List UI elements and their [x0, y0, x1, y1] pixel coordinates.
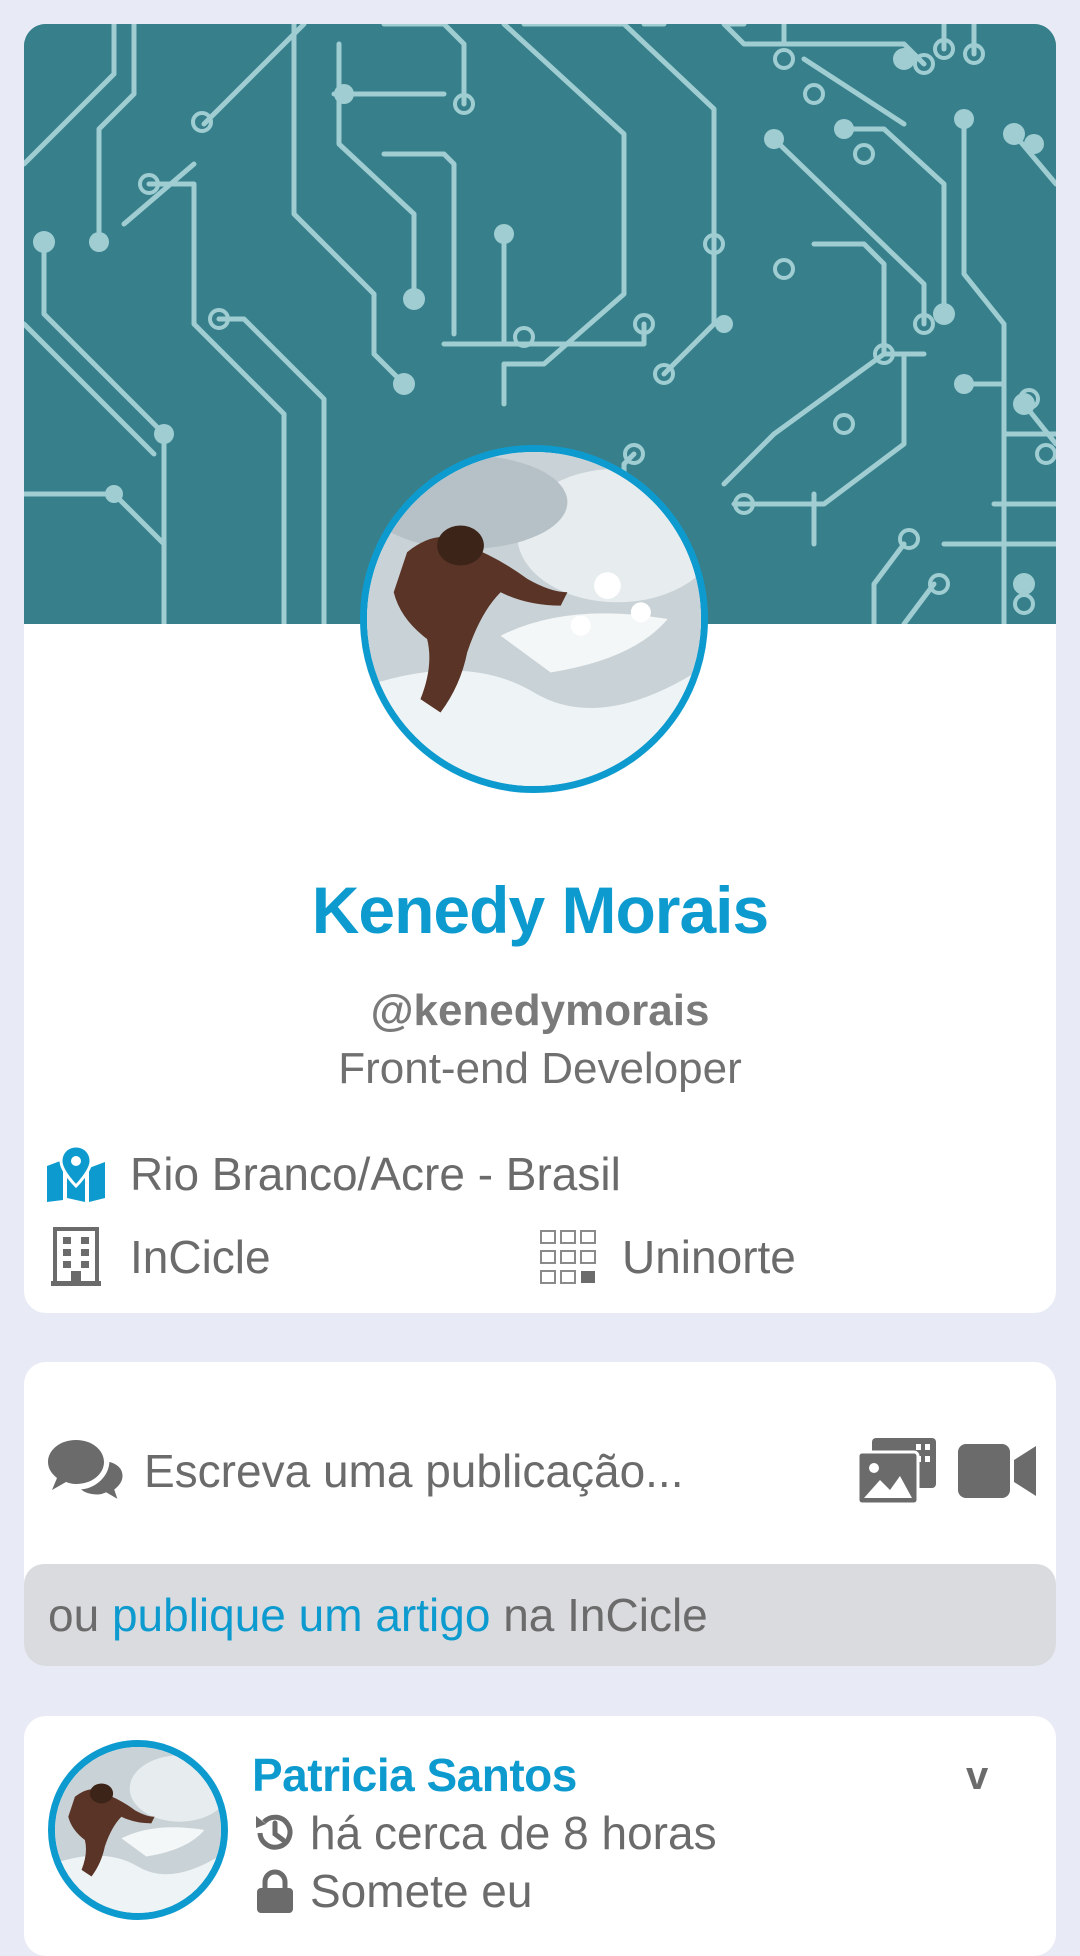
company-row: InCicle: [44, 1225, 271, 1289]
post-card: Patricia Santos v há cerca de 8 horas So…: [24, 1716, 1056, 1956]
school-row: Uninorte: [536, 1225, 796, 1289]
photo-gallery-icon[interactable]: [856, 1436, 938, 1506]
chat-bubbles-icon: [46, 1436, 126, 1506]
building-icon: [44, 1225, 108, 1289]
post-composer-input[interactable]: [144, 1440, 704, 1502]
lock-icon: [257, 1869, 293, 1913]
surfer-photo: [55, 1747, 221, 1913]
profile-name: Kenedy Morais: [311, 873, 769, 947]
video-camera-icon[interactable]: [956, 1438, 1038, 1504]
profile-role: Front-end Developer: [338, 1044, 742, 1093]
map-pin-icon: [44, 1142, 108, 1206]
profile-avatar[interactable]: [360, 445, 708, 793]
publish-article-bar: ou publique um artigo na InCicle: [24, 1564, 1056, 1666]
profile-card: Kenedy Morais @kenedymorais Front-end De…: [24, 24, 1056, 1313]
post-privacy: Somete eu: [310, 1865, 533, 1917]
composer-row: [24, 1418, 1056, 1528]
surfer-photo: [367, 452, 701, 786]
profile-handle: @kenedymorais: [370, 986, 710, 1035]
post-time: há cerca de 8 horas: [310, 1807, 717, 1859]
publish-article-link[interactable]: publique um artigo: [112, 1588, 490, 1642]
post-author-avatar[interactable]: [48, 1740, 228, 1920]
post-privacy-row: Somete eu: [252, 1864, 532, 1918]
location-text: Rio Branco/Acre - Brasil: [130, 1148, 621, 1200]
composer-card: ou publique um artigo na InCicle: [24, 1362, 1056, 1666]
post-time-row: há cerca de 8 horas: [252, 1806, 717, 1860]
article-suffix: na InCicle: [490, 1589, 708, 1641]
grid-icon: [536, 1225, 600, 1289]
school-text: Uninorte: [622, 1231, 796, 1283]
company-text: InCicle: [130, 1231, 271, 1283]
article-prefix: ou: [48, 1589, 112, 1641]
history-icon: [256, 1814, 293, 1850]
location-row: Rio Branco/Acre - Brasil: [44, 1142, 621, 1206]
post-author-name[interactable]: Patricia Santos: [252, 1748, 577, 1802]
post-menu-toggle[interactable]: v: [966, 1754, 988, 1799]
